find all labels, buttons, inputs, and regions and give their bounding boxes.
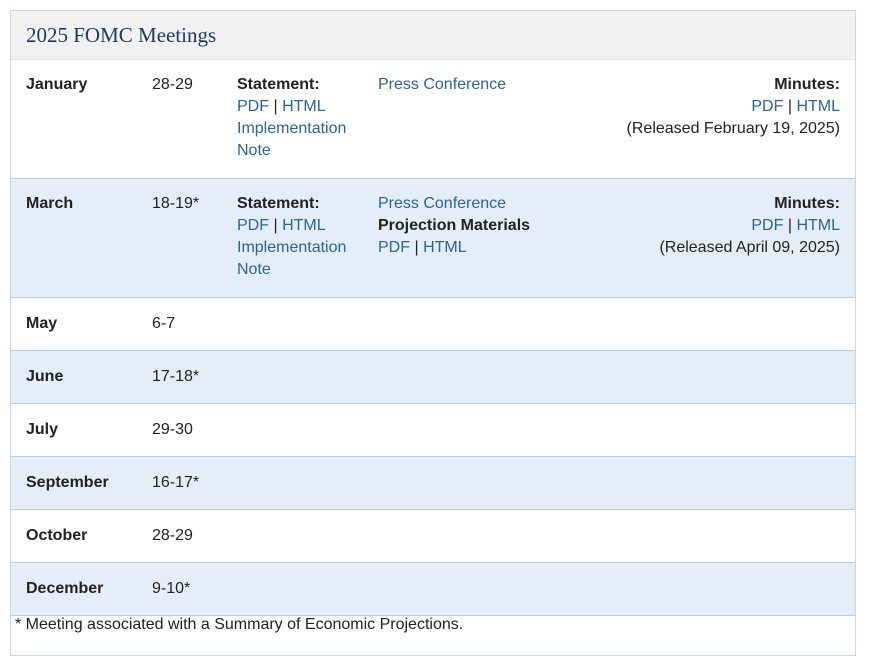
minutes-html-link[interactable]: HTML xyxy=(796,98,840,115)
statement-cell: Statement: PDF | HTML Implementation Not… xyxy=(237,193,367,281)
projection-html-link[interactable]: HTML xyxy=(423,239,467,256)
meeting-month: January xyxy=(26,76,88,93)
press-cell: Press Conference xyxy=(378,74,598,96)
projection-materials-label: Projection Materials xyxy=(378,217,531,234)
meeting-dates: 28-29 xyxy=(152,527,193,544)
minutes-release-date: (Released April 09, 2025) xyxy=(659,239,840,256)
statement-label: Statement: xyxy=(237,195,320,212)
meeting-row-october: October 28-29 xyxy=(11,510,855,563)
meeting-row-january: January 28-29 Statement: PDF | HTML Impl… xyxy=(11,60,855,179)
minutes-pdf-link[interactable]: PDF xyxy=(751,98,783,115)
minutes-release-date: (Released February 19, 2025) xyxy=(626,120,840,137)
implementation-note-link[interactable]: Implementation Note xyxy=(237,239,346,278)
statement-html-link[interactable]: HTML xyxy=(282,98,326,115)
separator: | xyxy=(787,98,792,115)
meeting-month: July xyxy=(26,421,59,438)
statement-label: Statement: xyxy=(237,76,320,93)
press-conference-link[interactable]: Press Conference xyxy=(378,195,506,212)
implementation-note-link[interactable]: Implementation Note xyxy=(237,120,346,159)
minutes-label: Minutes: xyxy=(774,76,840,93)
meeting-month: June xyxy=(26,368,64,385)
projection-pdf-link[interactable]: PDF xyxy=(378,239,410,256)
sep-footnote: * Meeting associated with a Summary of E… xyxy=(15,616,464,633)
statement-pdf-link[interactable]: PDF xyxy=(237,98,269,115)
meeting-month: December xyxy=(26,580,104,597)
fomc-meetings-panel: 2025 FOMC Meetings January 28-29 Stateme… xyxy=(10,10,856,656)
minutes-html-link[interactable]: HTML xyxy=(796,217,840,234)
meeting-row-december: December 9-10* xyxy=(11,563,855,616)
statement-pdf-link[interactable]: PDF xyxy=(237,217,269,234)
statement-html-link[interactable]: HTML xyxy=(282,217,326,234)
minutes-cell: Minutes: PDF | HTML (Released February 1… xyxy=(627,74,840,140)
meeting-dates: 16-17* xyxy=(152,474,200,491)
meeting-month: October xyxy=(26,527,88,544)
meeting-row-september: September 16-17* xyxy=(11,457,855,510)
meeting-dates: 9-10* xyxy=(152,580,191,597)
meeting-dates: 6-7 xyxy=(152,315,176,332)
meeting-month: September xyxy=(26,474,109,491)
minutes-label: Minutes: xyxy=(774,195,840,212)
statement-cell: Statement: PDF | HTML Implementation Not… xyxy=(237,74,367,162)
minutes-pdf-link[interactable]: PDF xyxy=(751,217,783,234)
minutes-cell: Minutes: PDF | HTML (Released April 09, … xyxy=(659,193,840,259)
meeting-dates: 18-19* xyxy=(152,195,200,212)
press-conference-link[interactable]: Press Conference xyxy=(378,76,506,93)
panel-title: 2025 FOMC Meetings xyxy=(11,11,855,60)
press-cell: Press Conference Projection Materials PD… xyxy=(378,193,598,259)
separator: | xyxy=(414,239,419,256)
meeting-month: March xyxy=(26,195,74,212)
separator: | xyxy=(273,217,278,234)
separator: | xyxy=(273,98,278,115)
meeting-dates: 29-30 xyxy=(152,421,193,438)
meeting-row-june: June 17-18* xyxy=(11,351,855,404)
meeting-dates: 17-18* xyxy=(152,368,200,385)
meeting-row-july: July 29-30 xyxy=(11,404,855,457)
separator: | xyxy=(787,217,792,234)
meeting-row-may: May 6-7 xyxy=(11,298,855,351)
meeting-dates: 28-29 xyxy=(152,76,193,93)
meeting-row-march: March 18-19* Statement: PDF | HTML Imple… xyxy=(11,179,855,298)
meeting-month: May xyxy=(26,315,58,332)
